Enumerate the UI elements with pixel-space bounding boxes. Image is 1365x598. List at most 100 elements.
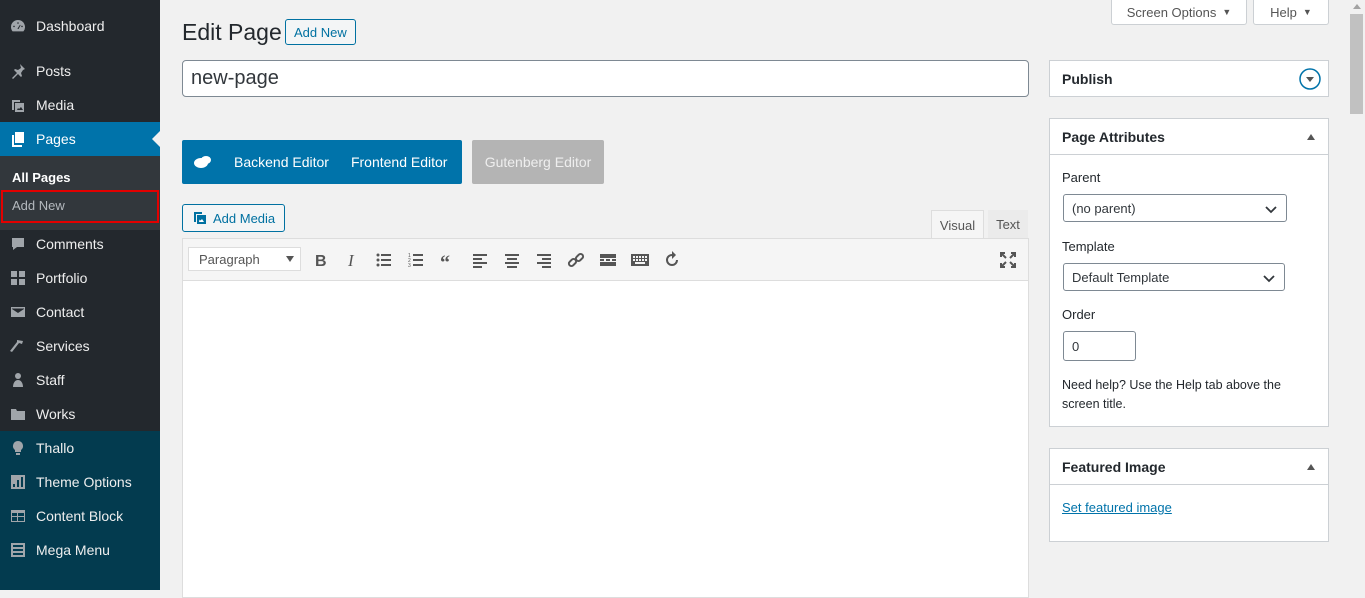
page-attributes-box: Page Attributes Parent (no parent) Templ… [1049, 118, 1329, 427]
admin-sidebar: Dashboard Posts Media Pages All Pages Ad… [0, 0, 160, 590]
refresh-icon[interactable] [662, 250, 682, 270]
keyboard-icon[interactable] [630, 250, 650, 270]
dashboard-icon [10, 18, 26, 34]
sidebar-item-dashboard[interactable]: Dashboard [0, 9, 160, 43]
align-left-icon[interactable] [470, 250, 490, 270]
sidebar-item-label: Content Block [36, 508, 124, 524]
sidebar-item-works[interactable]: Works [0, 397, 160, 431]
sidebar-item-contact[interactable]: Contact [0, 295, 160, 329]
scrollbar-thumb[interactable] [1350, 14, 1363, 114]
content-editor[interactable]: Paragraph B I 123 “ [182, 238, 1029, 598]
sidebar-item-staff[interactable]: Staff [0, 363, 160, 397]
sidebar-item-label: Comments [36, 236, 104, 252]
format-select[interactable]: Paragraph [188, 247, 301, 271]
chevron-down-icon [1264, 202, 1278, 216]
italic-icon[interactable]: I [342, 250, 362, 270]
sidebar-filler [0, 567, 160, 590]
sidebar-item-comments[interactable]: Comments [0, 227, 160, 261]
gutenberg-editor-button[interactable]: Gutenberg Editor [472, 140, 604, 184]
portfolio-icon [10, 270, 26, 286]
tab-text[interactable]: Text [988, 210, 1028, 239]
template-label: Template [1062, 239, 1115, 254]
pin-icon [10, 63, 26, 79]
add-media-icon [192, 210, 208, 226]
align-right-icon[interactable] [534, 250, 554, 270]
link-icon[interactable] [566, 250, 586, 270]
user-icon [10, 372, 26, 388]
sidebar-item-label: Dashboard [36, 18, 105, 34]
featured-image-header[interactable]: Featured Image [1050, 449, 1328, 485]
expand-circle-icon[interactable] [1299, 68, 1321, 90]
sidebar-item-theme-options[interactable]: Theme Options [0, 465, 160, 499]
sidebar-item-label: Contact [36, 304, 85, 320]
screen-options-label: Screen Options [1126, 4, 1217, 20]
screen-options-button[interactable]: Screen Options ▼ [1111, 0, 1247, 25]
sidebar-item-services[interactable]: Services [0, 329, 160, 363]
featured-image-title: Featured Image [1062, 458, 1166, 475]
parent-select[interactable]: (no parent) [1063, 194, 1287, 222]
svg-text:3: 3 [408, 263, 411, 269]
add-new-button[interactable]: Add New [285, 19, 356, 45]
collapse-arrow-icon[interactable] [1307, 464, 1315, 470]
sidebar-item-thallo[interactable]: Thallo [0, 431, 160, 465]
bullet-list-icon[interactable] [374, 250, 394, 270]
triangle-down-icon: ▼ [1302, 7, 1312, 17]
bold-icon[interactable]: B [310, 250, 330, 270]
theme-options-icon [10, 474, 26, 490]
highlight-box [1, 190, 159, 223]
sidebar-item-media[interactable]: Media [0, 88, 160, 122]
help-button[interactable]: Help ▼ [1253, 0, 1329, 25]
order-label: Order [1062, 307, 1096, 322]
submenu-all-pages[interactable]: All Pages [12, 170, 71, 185]
scrollbar[interactable] [1348, 0, 1365, 590]
sidebar-item-label: Media [36, 97, 75, 113]
order-input[interactable]: 0 [1063, 331, 1136, 361]
hammer-icon [10, 338, 26, 354]
pages-icon [10, 131, 26, 147]
scroll-up-icon[interactable] [1353, 4, 1361, 9]
publish-box-header[interactable]: Publish [1050, 61, 1328, 96]
parent-select-value: (no parent) [1072, 200, 1136, 216]
editor-toolbar: Paragraph B I 123 “ [183, 239, 1028, 281]
title-input[interactable]: new-page [182, 60, 1029, 97]
tab-visual[interactable]: Visual [931, 210, 984, 239]
template-select[interactable]: Default Template [1063, 263, 1285, 291]
set-featured-image-link[interactable]: Set featured image [1062, 500, 1172, 515]
sidebar-item-label: Portfolio [36, 270, 88, 286]
svg-text:I: I [347, 251, 355, 269]
collapse-arrow-icon[interactable] [1307, 134, 1315, 140]
sidebar-item-mega-menu[interactable]: Mega Menu [0, 533, 160, 567]
template-select-value: Default Template [1072, 269, 1170, 285]
sidebar-item-label: Pages [36, 131, 76, 147]
sidebar-item-posts[interactable]: Posts [0, 54, 160, 88]
lightbulb-icon [10, 440, 26, 456]
fullscreen-icon[interactable] [998, 250, 1018, 270]
sidebar-item-portfolio[interactable]: Portfolio [0, 261, 160, 295]
publish-box-title: Publish [1062, 70, 1113, 87]
backend-editor-button[interactable]: Backend Editor [234, 154, 329, 170]
numbered-list-icon[interactable]: 123 [406, 250, 426, 270]
align-center-icon[interactable] [502, 250, 522, 270]
page-title: Edit Page [182, 19, 282, 45]
triangle-down-icon: ▼ [1222, 7, 1232, 17]
sidebar-item-label: Thallo [36, 440, 75, 456]
page-attributes-header[interactable]: Page Attributes [1050, 119, 1328, 155]
read-more-icon[interactable] [598, 250, 618, 270]
featured-image-box: Featured Image Set featured image [1049, 448, 1329, 542]
table-icon [10, 508, 26, 524]
help-text-line-1: Need help? Use the Help tab above the [1062, 378, 1281, 392]
sidebar-item-label: Services [36, 338, 90, 354]
add-media-button[interactable]: Add Media [182, 204, 285, 232]
sidebar-item-content-block[interactable]: Content Block [0, 499, 160, 533]
mail-icon [10, 304, 26, 320]
sidebar-item-label: Works [36, 406, 76, 422]
frontend-editor-button[interactable]: Frontend Editor [351, 154, 448, 170]
svg-text:B: B [315, 253, 327, 269]
blockquote-icon[interactable]: “ [438, 250, 458, 270]
parent-label: Parent [1062, 170, 1101, 185]
order-input-value: 0 [1072, 338, 1080, 354]
folder-icon [10, 406, 26, 422]
wpbakery-logo-icon [194, 155, 212, 169]
editor-switch-group: Backend Editor Frontend Editor [182, 140, 462, 184]
sidebar-item-pages[interactable]: Pages [0, 122, 160, 156]
